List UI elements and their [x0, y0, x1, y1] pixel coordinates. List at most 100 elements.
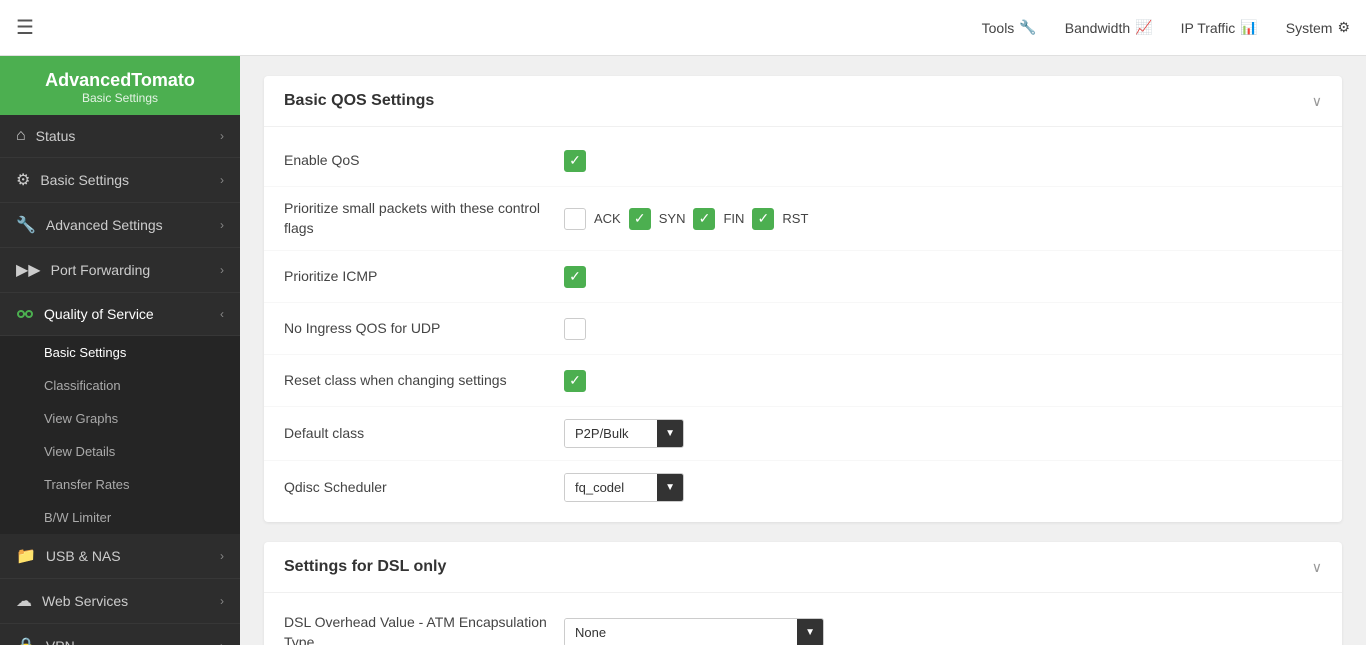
rst-label: RST: [782, 211, 808, 226]
subitem-label: Classification: [44, 378, 121, 393]
topnav-right: Tools 🔧 Bandwidth 📈 IP Traffic 📊 System …: [982, 19, 1350, 36]
chevron-right-icon: ›: [220, 263, 224, 277]
chevron-right-icon: ›: [220, 639, 224, 645]
hamburger-icon[interactable]: ☰: [16, 17, 34, 39]
system-menu[interactable]: System ⚙: [1286, 19, 1350, 36]
subitem-label: View Graphs: [44, 411, 118, 426]
prioritize-small-label: Prioritize small packets with these cont…: [284, 199, 564, 238]
reset-class-label: Reset class when changing settings: [284, 371, 564, 391]
chevron-right-icon: ›: [220, 129, 224, 143]
enable-qos-checkbox[interactable]: ✓: [564, 150, 586, 172]
dsl-overhead-row: DSL Overhead Value - ATM Encapsulation T…: [264, 601, 1342, 645]
sidebar-subitem-view-details[interactable]: View Details: [0, 435, 240, 468]
qos-submenu: Basic Settings Classification View Graph…: [0, 336, 240, 534]
tools-icon: 🔧: [1019, 19, 1036, 36]
chevron-right-icon: ›: [220, 218, 224, 232]
ip-traffic-menu[interactable]: IP Traffic 📊: [1181, 19, 1258, 36]
default-class-label: Default class: [284, 424, 564, 444]
ip-traffic-label: IP Traffic: [1181, 20, 1236, 36]
syn-checkbox[interactable]: ✓: [629, 208, 651, 230]
brand-subtitle: Basic Settings: [16, 91, 224, 105]
sidebar-item-label: Status: [36, 128, 76, 144]
enable-qos-row: Enable QoS ✓: [264, 135, 1342, 187]
chevron-right-icon: ›: [220, 549, 224, 563]
sidebar-item-basic-settings[interactable]: ⚙ Basic Settings ›: [0, 158, 240, 203]
subitem-label: Basic Settings: [44, 345, 126, 360]
no-ingress-qos-control: [564, 318, 586, 340]
basic-qos-settings-header[interactable]: Basic QOS Settings ∨: [264, 76, 1342, 127]
chevron-down-icon: ‹: [220, 307, 224, 321]
checkmark-icon: ✓: [758, 210, 770, 227]
default-class-row: Default class P2P/Bulk ▼: [264, 407, 1342, 461]
sidebar-item-usb-nas[interactable]: 📁 USB & NAS ›: [0, 534, 240, 579]
sidebar-item-web-services[interactable]: ☁ Web Services ›: [0, 579, 240, 624]
prioritize-icmp-checkbox[interactable]: ✓: [564, 266, 586, 288]
sidebar-subitem-classification[interactable]: Classification: [0, 369, 240, 402]
sidebar-item-vpn[interactable]: 🔒 VPN ›: [0, 624, 240, 645]
chevron-right-icon: ›: [220, 173, 224, 187]
system-icon: ⚙: [1337, 19, 1350, 36]
qdisc-scheduler-label: Qdisc Scheduler: [284, 478, 564, 498]
tools-menu[interactable]: Tools 🔧: [982, 19, 1037, 36]
sidebar-item-advanced-settings[interactable]: 🔧 Advanced Settings ›: [0, 203, 240, 248]
dsl-overhead-select[interactable]: None ▼: [564, 618, 824, 645]
sidebar-item-qos[interactable]: Quality of Service ‹: [0, 293, 240, 336]
qdisc-scheduler-control: fq_codel ▼: [564, 473, 684, 502]
qdisc-scheduler-dropdown-button[interactable]: ▼: [657, 474, 683, 501]
prioritize-icmp-label: Prioritize ICMP: [284, 267, 564, 287]
qdisc-scheduler-select[interactable]: fq_codel ▼: [564, 473, 684, 502]
default-class-dropdown-button[interactable]: ▼: [657, 420, 683, 447]
syn-label: SYN: [659, 211, 686, 226]
dsl-overhead-control: None ▼: [564, 618, 824, 645]
dsl-settings-card: Settings for DSL only ∨ DSL Overhead Val…: [264, 542, 1342, 645]
sidebar-item-label: Advanced Settings: [46, 217, 163, 233]
fin-checkbox[interactable]: ✓: [693, 208, 715, 230]
no-ingress-qos-label: No Ingress QOS for UDP: [284, 319, 564, 339]
sidebar-item-label: Quality of Service: [44, 306, 154, 322]
card2-collapse-icon: ∨: [1312, 559, 1322, 576]
qos-icon: [16, 305, 34, 323]
sidebar-item-label: Web Services: [42, 593, 128, 609]
checkmark-icon: ✓: [699, 210, 711, 227]
sidebar-subitem-basic-settings[interactable]: Basic Settings: [0, 336, 240, 369]
dsl-settings-header[interactable]: Settings for DSL only ∨: [264, 542, 1342, 593]
ack-checkbox[interactable]: [564, 208, 586, 230]
sidebar-subitem-transfer-rates[interactable]: Transfer Rates: [0, 468, 240, 501]
default-class-select[interactable]: P2P/Bulk ▼: [564, 419, 684, 448]
web-services-icon: ☁: [16, 591, 32, 611]
dsl-overhead-dropdown-button[interactable]: ▼: [797, 619, 823, 645]
sidebar-item-label: Port Forwarding: [51, 262, 151, 278]
bandwidth-menu[interactable]: Bandwidth 📈: [1065, 19, 1153, 36]
vpn-icon: 🔒: [16, 636, 36, 645]
default-class-value: P2P/Bulk: [565, 420, 657, 447]
default-class-control: P2P/Bulk ▼: [564, 419, 684, 448]
sidebar-item-status[interactable]: ⌂ Status ›: [0, 115, 240, 158]
prioritize-icmp-row: Prioritize ICMP ✓: [264, 251, 1342, 303]
checkmark-icon: ✓: [569, 152, 581, 169]
sidebar-subitem-bw-limiter[interactable]: B/W Limiter: [0, 501, 240, 534]
reset-class-control: ✓: [564, 370, 586, 392]
dsl-overhead-label: DSL Overhead Value - ATM Encapsulation T…: [284, 613, 564, 645]
sidebar-item-port-forwarding[interactable]: ▶▶ Port Forwarding ›: [0, 248, 240, 293]
main-layout: AdvancedTomato Basic Settings ⌂ Status ›…: [0, 56, 1366, 645]
sidebar-subitem-view-graphs[interactable]: View Graphs: [0, 402, 240, 435]
prioritize-small-control: ACK ✓ SYN ✓ FIN ✓ RST: [564, 208, 808, 230]
enable-qos-label: Enable QoS: [284, 151, 564, 171]
reset-class-checkbox[interactable]: ✓: [564, 370, 586, 392]
bandwidth-label: Bandwidth: [1065, 20, 1130, 36]
checkmark-icon: ✓: [634, 210, 646, 227]
checkmark-icon: ✓: [569, 372, 581, 389]
rst-checkbox[interactable]: ✓: [752, 208, 774, 230]
qdisc-scheduler-value: fq_codel: [565, 474, 657, 501]
dsl-overhead-value: None: [565, 619, 797, 645]
prioritize-small-row: Prioritize small packets with these cont…: [264, 187, 1342, 251]
bandwidth-icon: 📈: [1135, 19, 1152, 36]
reset-class-row: Reset class when changing settings ✓: [264, 355, 1342, 407]
card1-title: Basic QOS Settings: [284, 92, 434, 110]
status-icon: ⌂: [16, 127, 26, 145]
no-ingress-qos-checkbox[interactable]: [564, 318, 586, 340]
card2-title: Settings for DSL only: [284, 558, 446, 576]
sidebar-item-label: VPN: [46, 638, 75, 645]
advanced-settings-icon: 🔧: [16, 215, 36, 235]
card1-collapse-icon: ∨: [1312, 93, 1322, 110]
